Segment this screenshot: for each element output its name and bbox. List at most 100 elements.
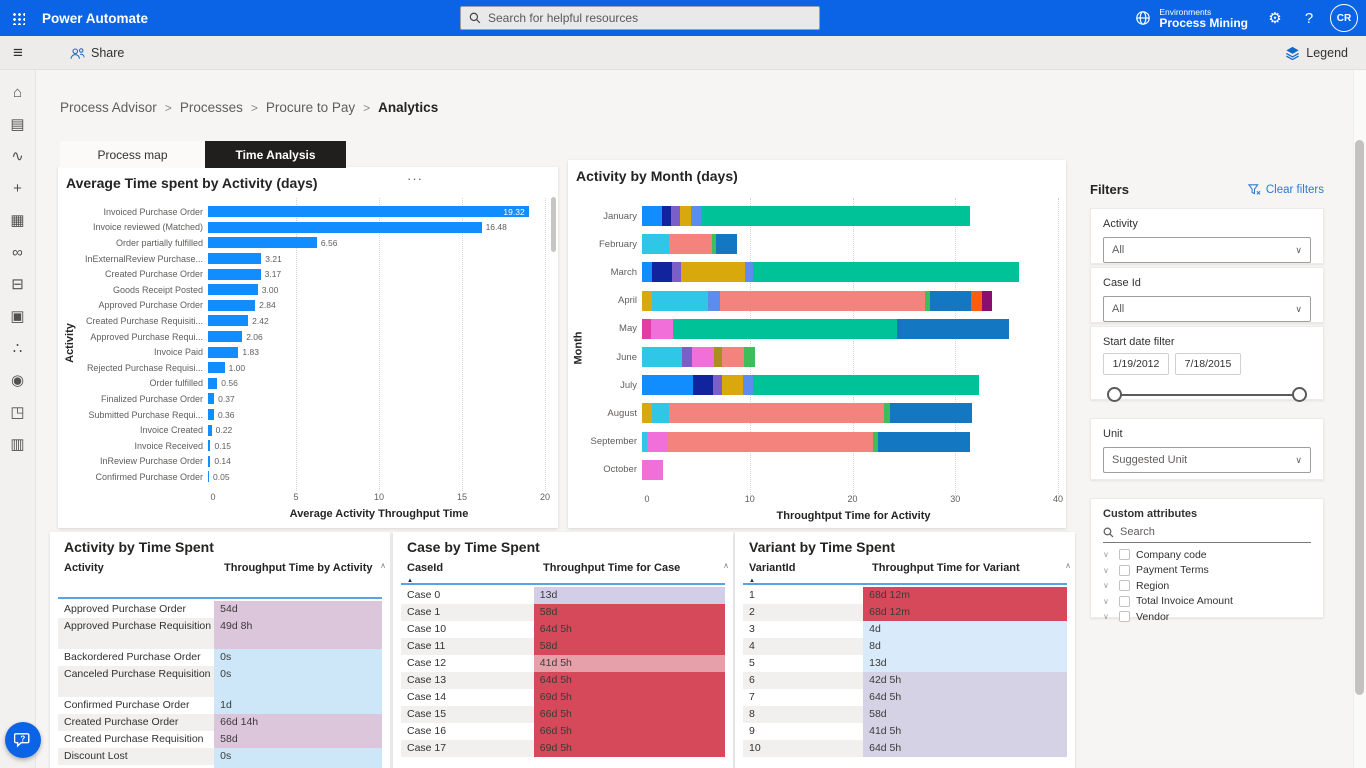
bar-10[interactable] [208,362,225,373]
table-row[interactable]: Approved Purchase Requisition49d 8h [58,618,382,649]
segment-steelblue[interactable] [890,403,972,423]
case-id-filter-dropdown[interactable]: All ∨ [1103,296,1311,322]
chevron-down-icon[interactable]: ∨ [1103,550,1113,559]
end-date-input[interactable]: 7/18/2015 [1175,353,1241,375]
sidebar-item-connectors[interactable]: ∞ [2,236,34,268]
checkbox[interactable] [1119,611,1130,622]
column-header[interactable]: Throughput Time by Activity [224,562,384,575]
segment-cornflower[interactable] [708,291,720,311]
segment-orange[interactable] [971,291,982,311]
table-row[interactable]: Case 1566d 5h [401,706,725,723]
tab-process-map[interactable]: Process map [60,141,205,168]
sidebar-item-solutions[interactable]: ◳ [2,396,34,428]
table-row[interactable]: 858d [743,706,1067,723]
clear-filters-button[interactable]: Clear filters [1248,184,1324,196]
bar-1[interactable] [208,222,482,233]
segment-pink[interactable] [692,347,714,367]
segment-blue[interactable] [642,375,693,395]
legend-button[interactable]: Legend [1285,36,1348,70]
segment-salmon[interactable] [669,403,885,423]
table-row[interactable]: 642d 5h [743,672,1067,689]
table-row[interactable]: 48d [743,638,1067,655]
segment-cornflower[interactable] [745,262,753,282]
scroll-up-icon[interactable]: ∧ [723,561,729,570]
table-row[interactable]: 268d 12m [743,604,1067,621]
breadcrumb-item[interactable]: Procure to Pay [266,100,355,115]
table-row[interactable]: Case 1364d 5h [401,672,725,689]
chart-options-ellipsis[interactable]: ··· [407,171,423,186]
segment-purple[interactable] [713,375,722,395]
bar-8[interactable] [208,331,242,342]
bar-11[interactable] [208,378,217,389]
slider-handle-left[interactable] [1107,387,1122,402]
breadcrumb-item[interactable]: Process Advisor [60,100,157,115]
segment-navy[interactable] [662,206,671,226]
page-scrollbar[interactable] [1353,70,1366,768]
hamburger-menu-icon[interactable]: ≡ [0,36,36,70]
avatar[interactable]: CR [1330,4,1358,32]
breadcrumb-item[interactable]: Processes [180,100,243,115]
checkbox[interactable] [1119,565,1130,576]
slider-track[interactable] [1113,394,1301,396]
table-row[interactable]: Backordered Purchase Order0s [58,649,382,666]
column-header[interactable]: Throughput Time for Variant [872,562,1072,575]
bar-17[interactable] [208,471,209,482]
sidebar-item-templates[interactable]: ▦ [2,204,34,236]
segment-steelblue[interactable] [878,432,969,452]
segment-teal[interactable] [701,206,970,226]
segment-green[interactable] [744,347,755,367]
table-row[interactable]: Approved Purchase Order54d [58,601,382,618]
segment-cyan[interactable] [642,347,682,367]
segment-magenta[interactable] [642,319,651,339]
segment-pink[interactable] [647,432,668,452]
start-date-input[interactable]: 1/19/2012 [1103,353,1169,375]
activity-filter-dropdown[interactable]: All ∨ [1103,237,1311,263]
segment-cornflower[interactable] [743,375,753,395]
bar-14[interactable] [208,425,212,436]
custom-attributes-search-input[interactable]: Search [1103,526,1311,543]
environment-picker[interactable]: Environments Process Mining [1125,0,1258,36]
segment-blue[interactable] [642,262,652,282]
segment-steelblue[interactable] [716,234,737,254]
sidebar-item-my-flows[interactable]: ∿ [2,140,34,172]
segment-gold[interactable] [681,262,745,282]
bar-13[interactable] [208,409,214,420]
segment-gold[interactable] [680,206,691,226]
table-row[interactable]: 34d [743,621,1067,638]
segment-steelblue[interactable] [930,291,971,311]
bar-12[interactable] [208,393,214,404]
table-row[interactable]: Case 1158d [401,638,725,655]
slider-handle-right[interactable] [1292,387,1307,402]
bar-2[interactable] [208,237,317,248]
segment-salmon[interactable] [722,347,744,367]
app-title[interactable]: Power Automate [42,0,148,36]
sidebar-item-action-items[interactable]: ▤ [2,108,34,140]
column-header[interactable]: Throughput Time for Case [543,562,733,575]
segment-pink[interactable] [651,319,673,339]
table-row[interactable]: Case 1469d 5h [401,689,725,706]
table-row[interactable]: 513d [743,655,1067,672]
bar-7[interactable] [208,315,248,326]
table-row[interactable]: Case 1241d 5h [401,655,725,672]
segment-purple[interactable] [671,206,680,226]
segment-blue[interactable] [642,206,662,226]
column-header-sorted[interactable]: CaseId ▲ [407,562,557,588]
settings-gear-icon[interactable]: ⚙ [1258,0,1292,36]
unit-dropdown[interactable]: Suggested Unit ∨ [1103,447,1311,473]
sidebar-item-learn[interactable]: ▥ [2,428,34,460]
card-scrollbar-thumb[interactable] [551,197,556,252]
segment-gold[interactable] [642,403,652,423]
table-row[interactable]: Created Purchase Requisition58d [58,731,382,748]
segment-teal[interactable] [673,319,897,339]
bar-15[interactable] [208,440,210,451]
segment-gold[interactable] [642,291,652,311]
column-header[interactable]: Activity [64,562,214,575]
bar-5[interactable] [208,284,258,295]
checkbox[interactable] [1119,596,1130,607]
help-icon[interactable]: ? [1292,0,1326,36]
segment-cyan[interactable] [652,403,668,423]
segment-navy[interactable] [693,375,713,395]
table-row[interactable]: Case 1769d 5h [401,740,725,757]
segment-steelblue[interactable] [897,319,1009,339]
segment-salmon[interactable] [720,291,924,311]
